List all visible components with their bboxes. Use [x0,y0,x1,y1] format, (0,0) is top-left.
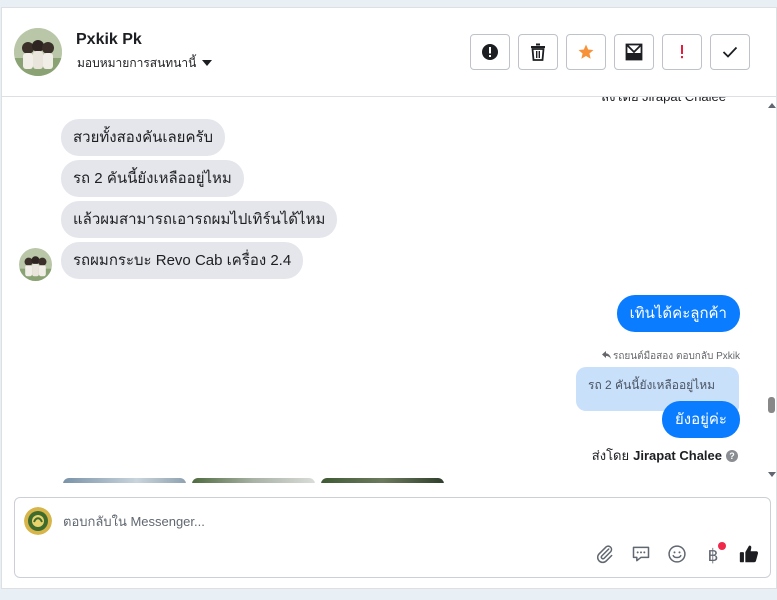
sender-avatar[interactable] [19,248,52,281]
incoming-message[interactable]: สวยทั้งสองคันเลยครับ [61,119,226,156]
mail-archive-icon [625,43,643,61]
contact-avatar[interactable] [14,28,62,76]
thread-scrollbar[interactable] [766,97,776,483]
outgoing-message[interactable]: เทินได้ค่ะลูกค้า [616,295,740,332]
incoming-message[interactable]: รถผมกระบะ Revo Cab เครื่อง 2.4 [61,242,304,279]
reply-arrow-icon [601,351,611,362]
like-icon [738,543,760,570]
emoji-button[interactable] [666,544,688,569]
sent-by-prefix: ส่งโดย [591,448,630,463]
reply-input[interactable] [63,508,743,534]
reply-context: รถยนต์มือสอง ตอบกลับ Pxkik [601,349,740,364]
attach-button[interactable] [594,544,616,569]
incoming-message[interactable]: แล้วผมสามารถเอารถผมไปเทิร์นได้ไหม [61,201,338,238]
sent-by-name: Jirapat Chalee [633,448,722,463]
reply-meta-text: รถยนต์มือสอง ตอบกลับ Pxkik [612,351,740,362]
saved-replies-button[interactable] [630,545,652,567]
saved-replies-icon [631,544,651,569]
star-button[interactable] [566,34,606,70]
assign-label: มอบหมายการสนทนานี้ [77,56,197,70]
contact-name[interactable]: Pxkik Pk [76,31,142,49]
incoming-message[interactable]: รถ 2 คันนี้ยังเหลืออยู่ไหม [61,160,244,197]
image-thumbnail[interactable] [63,478,186,483]
page-avatar [24,507,52,535]
checkmark-icon [722,45,738,59]
emoji-icon [667,544,687,569]
archive-button[interactable] [614,34,654,70]
image-attachments [63,478,444,483]
assign-conversation-dropdown[interactable]: มอบหมายการสนทนานี้ [77,54,213,73]
payment-button[interactable]: ฿ [702,542,726,567]
notification-dot [718,542,726,550]
scroll-down-arrow-icon[interactable] [768,472,776,477]
exclamation-icon [679,43,685,61]
done-button[interactable] [710,34,750,70]
outgoing-message[interactable]: ยังอยู่ค่ะ [661,401,740,438]
star-icon [577,43,595,61]
trash-icon [530,43,546,61]
reply-composer: ฿ [14,497,771,578]
payment-icon: ฿ [707,546,719,566]
image-thumbnail[interactable] [192,478,315,483]
conversation-toolbar [470,34,750,70]
like-button[interactable] [738,545,760,567]
scroll-thumb[interactable] [768,397,775,413]
important-button[interactable] [662,34,702,70]
delete-button[interactable] [518,34,558,70]
inbox-conversation-panel: Pxkik Pk มอบหมายการสนทนานี้ สวยทั้งสองคั… [1,7,777,589]
caret-down-icon [202,58,213,70]
alert-button[interactable] [470,34,510,70]
question-icon[interactable]: ? [726,449,738,462]
composer-actions: ฿ [594,542,760,569]
clipped-sent-by: ส่งโดย Jirapat Chalee [601,97,726,107]
conversation-header: Pxkik Pk มอบหมายการสนทนานี้ [2,8,776,97]
scroll-up-arrow-icon[interactable] [768,103,776,108]
sent-by-label: ส่งโดย Jirapat Chalee ? [592,445,738,466]
message-thread[interactable]: ส่งโดย Jirapat Chalee สวยทั้งสองคันเลยคร… [2,97,768,483]
image-thumbnail[interactable] [321,478,444,483]
paperclip-icon [595,544,615,569]
exclamation-circle-icon [481,43,499,61]
